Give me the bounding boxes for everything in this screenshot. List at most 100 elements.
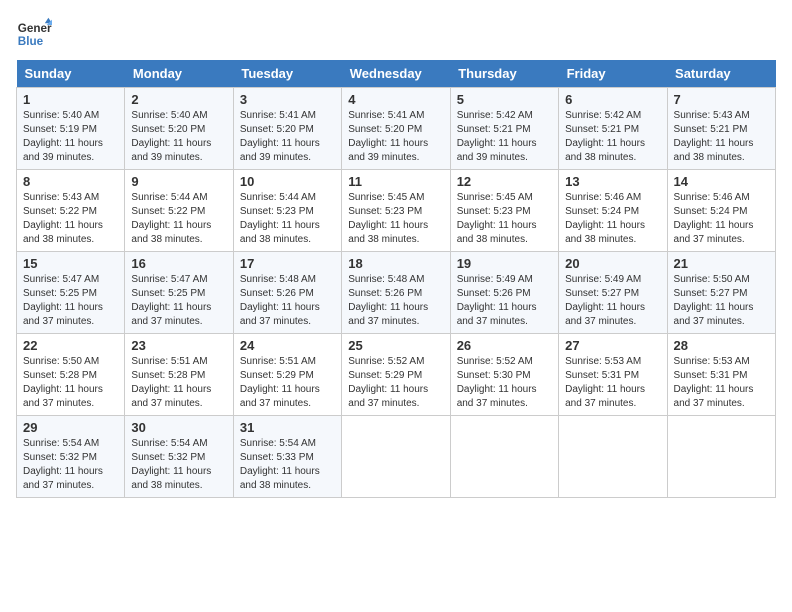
day-cell: 6Sunrise: 5:42 AM Sunset: 5:21 PM Daylig…: [559, 88, 667, 170]
day-cell: [667, 416, 775, 498]
day-cell: 28Sunrise: 5:53 AM Sunset: 5:31 PM Dayli…: [667, 334, 775, 416]
day-cell: [559, 416, 667, 498]
day-cell: 26 Sunrise: 5:52 AM Sunset: 5:30 PM Dayli…: [450, 334, 558, 416]
day-info: Sunrise: 5:41 AM Sunset: 5:20 PM Dayligh…: [348, 109, 443, 165]
day-number: 19: [457, 256, 552, 271]
day-number: 12: [457, 174, 552, 189]
day-info: Sunrise: 5:54 AM Sunset: 5:32 PM Dayligh…: [131, 437, 226, 493]
day-cell: 11Sunrise: 5:45 AM Sunset: 5:23 PM Dayli…: [342, 170, 450, 252]
day-info: Sunrise: 5:48 AM Sunset: 5:26 PM Dayligh…: [240, 273, 335, 329]
day-info: Sunrise: 5:44 AM Sunset: 5:22 PM Dayligh…: [131, 191, 226, 247]
day-cell: 29 Sunrise: 5:54 AM Sunset: 5:32 PM Dayli…: [17, 416, 125, 498]
day-cell: 18Sunrise: 5:48 AM Sunset: 5:26 PM Dayli…: [342, 252, 450, 334]
day-cell: 23 Sunrise: 5:51 AM Sunset: 5:28 PM Dayli…: [125, 334, 233, 416]
day-number: 3: [240, 92, 335, 107]
day-info: Sunrise: 5:43 AM Sunset: 5:21 PM Dayligh…: [674, 109, 769, 165]
day-number: 26: [457, 338, 552, 353]
day-cell: 27 Sunrise: 5:53 AM Sunset: 5:31 PM Dayli…: [559, 334, 667, 416]
day-info: Sunrise: 5:47 AM Sunset: 5:25 PM Dayligh…: [131, 273, 226, 329]
day-cell: 25 Sunrise: 5:52 AM Sunset: 5:29 PM Dayli…: [342, 334, 450, 416]
day-info: Sunrise: 5:54 AM Sunset: 5:32 PM Dayligh…: [23, 437, 118, 493]
day-cell: 15 Sunrise: 5:47 AM Sunset: 5:25 PM Dayli…: [17, 252, 125, 334]
svg-text:Blue: Blue: [18, 35, 44, 48]
svg-text:General: General: [18, 22, 52, 35]
day-number: 4: [348, 92, 443, 107]
week-row-4: 22 Sunrise: 5:50 AM Sunset: 5:28 PM Dayli…: [17, 334, 776, 416]
header-cell-tuesday: Tuesday: [233, 60, 341, 88]
day-number: 29: [23, 420, 118, 435]
day-info: Sunrise: 5:47 AM Sunset: 5:25 PM Dayligh…: [23, 273, 118, 329]
day-number: 1: [23, 92, 118, 107]
day-info: Sunrise: 5:42 AM Sunset: 5:21 PM Dayligh…: [565, 109, 660, 165]
day-info: Sunrise: 5:52 AM Sunset: 5:30 PM Dayligh…: [457, 355, 552, 411]
header-cell-saturday: Saturday: [667, 60, 775, 88]
day-info: Sunrise: 5:50 AM Sunset: 5:27 PM Dayligh…: [674, 273, 769, 329]
day-info: Sunrise: 5:53 AM Sunset: 5:31 PM Dayligh…: [565, 355, 660, 411]
week-row-5: 29 Sunrise: 5:54 AM Sunset: 5:32 PM Dayli…: [17, 416, 776, 498]
day-info: Sunrise: 5:45 AM Sunset: 5:23 PM Dayligh…: [348, 191, 443, 247]
day-info: Sunrise: 5:53 AM Sunset: 5:31 PM Dayligh…: [674, 355, 769, 411]
header: General Blue: [16, 16, 776, 52]
day-cell: 21 Sunrise: 5:50 AM Sunset: 5:27 PM Dayli…: [667, 252, 775, 334]
day-number: 15: [23, 256, 118, 271]
day-cell: 13 Sunrise: 5:46 AM Sunset: 5:24 PM Dayli…: [559, 170, 667, 252]
week-row-2: 8 Sunrise: 5:43 AM Sunset: 5:22 PM Daylig…: [17, 170, 776, 252]
day-info: Sunrise: 5:49 AM Sunset: 5:27 PM Dayligh…: [565, 273, 660, 329]
day-info: Sunrise: 5:43 AM Sunset: 5:22 PM Dayligh…: [23, 191, 118, 247]
day-cell: 9 Sunrise: 5:44 AM Sunset: 5:22 PM Daylig…: [125, 170, 233, 252]
day-number: 8: [23, 174, 118, 189]
day-info: Sunrise: 5:46 AM Sunset: 5:24 PM Dayligh…: [565, 191, 660, 247]
day-cell: [450, 416, 558, 498]
day-cell: 10Sunrise: 5:44 AM Sunset: 5:23 PM Dayli…: [233, 170, 341, 252]
day-cell: 4 Sunrise: 5:41 AM Sunset: 5:20 PM Daylig…: [342, 88, 450, 170]
day-cell: 31Sunrise: 5:54 AM Sunset: 5:33 PM Dayli…: [233, 416, 341, 498]
day-number: 21: [674, 256, 769, 271]
day-cell: 22 Sunrise: 5:50 AM Sunset: 5:28 PM Dayli…: [17, 334, 125, 416]
day-info: Sunrise: 5:52 AM Sunset: 5:29 PM Dayligh…: [348, 355, 443, 411]
day-number: 20: [565, 256, 660, 271]
calendar-table: SundayMondayTuesdayWednesdayThursdayFrid…: [16, 60, 776, 498]
week-row-3: 15 Sunrise: 5:47 AM Sunset: 5:25 PM Dayli…: [17, 252, 776, 334]
header-cell-friday: Friday: [559, 60, 667, 88]
day-info: Sunrise: 5:51 AM Sunset: 5:28 PM Dayligh…: [131, 355, 226, 411]
day-cell: 3 Sunrise: 5:41 AM Sunset: 5:20 PM Daylig…: [233, 88, 341, 170]
day-info: Sunrise: 5:49 AM Sunset: 5:26 PM Dayligh…: [457, 273, 552, 329]
header-cell-wednesday: Wednesday: [342, 60, 450, 88]
day-info: Sunrise: 5:44 AM Sunset: 5:23 PM Dayligh…: [240, 191, 335, 247]
day-number: 30: [131, 420, 226, 435]
day-info: Sunrise: 5:50 AM Sunset: 5:28 PM Dayligh…: [23, 355, 118, 411]
day-info: Sunrise: 5:51 AM Sunset: 5:29 PM Dayligh…: [240, 355, 335, 411]
day-cell: 2Sunrise: 5:40 AM Sunset: 5:20 PM Daylig…: [125, 88, 233, 170]
day-info: Sunrise: 5:48 AM Sunset: 5:26 PM Dayligh…: [348, 273, 443, 329]
day-cell: 5 Sunrise: 5:42 AM Sunset: 5:21 PM Daylig…: [450, 88, 558, 170]
day-number: 27: [565, 338, 660, 353]
header-cell-sunday: Sunday: [17, 60, 125, 88]
day-number: 13: [565, 174, 660, 189]
day-info: Sunrise: 5:41 AM Sunset: 5:20 PM Dayligh…: [240, 109, 335, 165]
day-cell: [342, 416, 450, 498]
header-cell-thursday: Thursday: [450, 60, 558, 88]
day-info: Sunrise: 5:45 AM Sunset: 5:23 PM Dayligh…: [457, 191, 552, 247]
header-row: SundayMondayTuesdayWednesdayThursdayFrid…: [17, 60, 776, 88]
day-number: 22: [23, 338, 118, 353]
day-cell: 8 Sunrise: 5:43 AM Sunset: 5:22 PM Daylig…: [17, 170, 125, 252]
day-info: Sunrise: 5:40 AM Sunset: 5:19 PM Dayligh…: [23, 109, 118, 165]
day-cell: 17 Sunrise: 5:48 AM Sunset: 5:26 PM Dayli…: [233, 252, 341, 334]
day-number: 16: [131, 256, 226, 271]
day-number: 9: [131, 174, 226, 189]
week-row-1: 1 Sunrise: 5:40 AM Sunset: 5:19 PM Daylig…: [17, 88, 776, 170]
day-info: Sunrise: 5:46 AM Sunset: 5:24 PM Dayligh…: [674, 191, 769, 247]
day-number: 31: [240, 420, 335, 435]
day-number: 25: [348, 338, 443, 353]
day-number: 5: [457, 92, 552, 107]
logo: General Blue: [16, 16, 52, 52]
day-number: 7: [674, 92, 769, 107]
day-cell: 7 Sunrise: 5:43 AM Sunset: 5:21 PM Daylig…: [667, 88, 775, 170]
day-info: Sunrise: 5:40 AM Sunset: 5:20 PM Dayligh…: [131, 109, 226, 165]
day-number: 14: [674, 174, 769, 189]
day-number: 24: [240, 338, 335, 353]
day-number: 23: [131, 338, 226, 353]
day-info: Sunrise: 5:42 AM Sunset: 5:21 PM Dayligh…: [457, 109, 552, 165]
logo-icon: General Blue: [16, 16, 52, 52]
day-number: 17: [240, 256, 335, 271]
